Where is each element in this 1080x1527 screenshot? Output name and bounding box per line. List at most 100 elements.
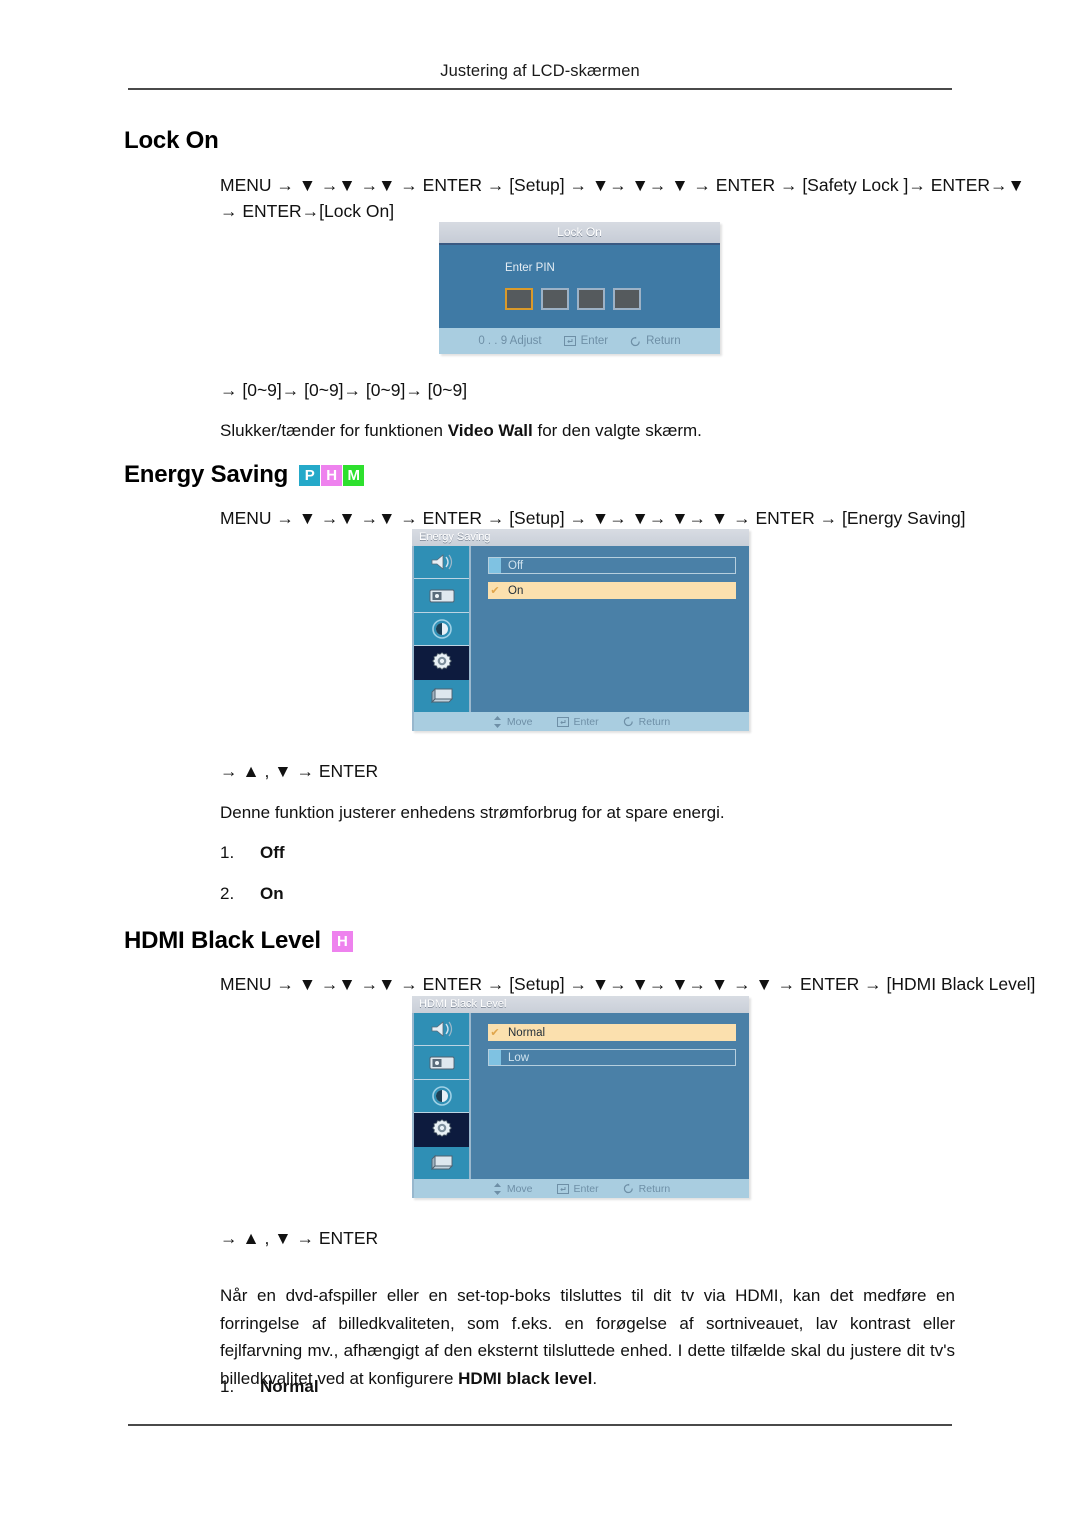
energy-saving-keys: → ▲ , ▼ → ENTER (220, 761, 379, 781)
osd-option-label: Normal (508, 1026, 546, 1039)
section-heading-hdmi-black-level: HDMI Black Level H (0, 927, 353, 954)
compat-badges: P H M (299, 464, 365, 486)
list-number: 1. (220, 843, 235, 862)
enter-key-icon (563, 336, 576, 346)
pin-box-2[interactable] (541, 288, 569, 310)
enter-key-icon (556, 716, 569, 727)
osd-title: Energy Saving (412, 529, 749, 546)
pin-digit-sequence: → [0~9]→ [0~9]→ [0~9]→ [0~9] (220, 380, 468, 400)
sound-icon (431, 554, 452, 571)
footer-enter: Enter (556, 715, 599, 728)
footer-return: Return (630, 335, 681, 347)
return-icon (623, 1183, 633, 1194)
checkmark-icon: ✔ (490, 585, 500, 597)
osd-option-list[interactable]: Off ✔ On (471, 546, 749, 712)
display-icon (430, 1154, 453, 1170)
section-title-text: HDMI Black Level (124, 927, 321, 954)
osd-option-list[interactable]: ✔ Normal Low (471, 1013, 749, 1179)
rail-item-setup[interactable] (414, 646, 469, 680)
osd-hdmi-black-level-menu[interactable]: HDMI Black Level ✔ Normal Low Move Enter… (412, 996, 749, 1198)
list-item: 1. Off (220, 843, 285, 863)
list-label: Normal (260, 1377, 319, 1396)
footer-divider (128, 1424, 952, 1426)
rail-item-picture[interactable] (414, 579, 469, 613)
osd-title: HDMI Black Level (412, 996, 749, 1013)
contrast-icon (431, 1086, 452, 1106)
pin-box-3[interactable] (577, 288, 605, 310)
list-label: On (260, 884, 284, 904)
osd-body: ✔ Normal Low (412, 1013, 749, 1180)
footer-adjust-label: 0 . . 9 Adjust (478, 335, 542, 347)
option-swatch-icon (489, 1050, 501, 1065)
menu-path-hdmi-black-level: MENU → ▼ →▼ →▼ → ENTER → [Setup] → ▼→ ▼→… (220, 974, 1036, 994)
footer-enter-label: Enter (580, 335, 609, 347)
rail-item-sound[interactable] (414, 1013, 469, 1047)
osd-option-normal[interactable]: ✔ Normal (488, 1024, 736, 1041)
badge-m-icon: M (343, 464, 365, 486)
footer-return: Return (623, 715, 671, 728)
osd-footer-bar: 0 . . 9 Adjust Enter Return (439, 328, 720, 354)
osd-option-low[interactable]: Low (488, 1049, 736, 1066)
menu-path-lock-on-line1: MENU → ▼ →▼ →▼ → ENTER → [Setup] → ▼→ ▼→… (220, 175, 1025, 195)
list-number: 1. (220, 1377, 235, 1396)
list-number: 2. (220, 884, 235, 904)
rail-item-display[interactable] (414, 1146, 469, 1180)
osd-option-on[interactable]: ✔ On (488, 582, 736, 599)
footer-return-label: Return (646, 335, 681, 347)
pin-box-1[interactable] (505, 288, 533, 310)
footer-move: Move (493, 715, 533, 728)
section-heading-energy-saving: Energy Saving P H M (0, 461, 365, 488)
footer-enter: Enter (556, 1182, 599, 1195)
sound-icon (431, 1021, 452, 1038)
badge-h-icon: H (331, 930, 353, 952)
hdmi-black-level-option-list: 1. Normal (220, 1377, 319, 1397)
rail-item-picture[interactable] (414, 1046, 469, 1080)
list-label: Off (260, 843, 285, 862)
pin-box-4[interactable] (613, 288, 641, 310)
section-title-text: Lock On (124, 127, 219, 154)
osd-option-label: Off (508, 559, 524, 572)
display-icon (430, 687, 453, 703)
hdmi-black-level-term: HDMI black level (458, 1368, 593, 1388)
rail-item-contrast[interactable] (414, 1079, 469, 1114)
list-item: 1. Normal (220, 1377, 319, 1397)
footer-enter-label: Enter (573, 715, 599, 728)
picture-icon (429, 589, 454, 603)
compat-badges: H (331, 930, 353, 952)
footer-move-label: Move (506, 1182, 533, 1195)
osd-option-off[interactable]: Off (488, 557, 736, 574)
footer-adjust: 0 . . 9 Adjust (478, 335, 541, 347)
pin-entry-group[interactable] (505, 288, 641, 310)
badge-h-icon: H (321, 464, 343, 486)
badge-p-icon: P (299, 464, 321, 486)
return-icon (630, 336, 640, 346)
energy-saving-option-list: 1. Off 2. On (220, 843, 285, 905)
move-diamond-icon (493, 1182, 501, 1195)
osd-option-label: On (508, 584, 524, 597)
osd-category-rail[interactable] (414, 1013, 471, 1180)
lock-on-description: Slukker/tænder for funktionen Video Wall… (220, 421, 702, 440)
menu-path-energy-saving: MENU → ▼ →▼ →▼ → ENTER → [Setup] → ▼→ ▼→… (220, 508, 966, 528)
osd-lock-on-dialog[interactable]: Lock On Enter PIN 0 . . 9 Adjust Enter R… (439, 222, 720, 354)
header-divider (128, 88, 952, 90)
osd-body: Off ✔ On (412, 546, 749, 713)
rail-item-sound[interactable] (414, 546, 469, 580)
document-page: Justering af LCD-skærmen Lock On MENU → … (0, 0, 1080, 1527)
move-diamond-icon (493, 715, 501, 728)
picture-icon (429, 1056, 454, 1070)
contrast-icon (431, 619, 452, 639)
footer-enter-label: Enter (573, 1182, 599, 1195)
osd-energy-saving-menu[interactable]: Energy Saving Off ✔ On Move Enter Return (412, 529, 749, 731)
rail-item-setup[interactable] (414, 1113, 469, 1147)
video-wall-term: Video Wall (447, 421, 533, 440)
footer-return-label: Return (638, 715, 671, 728)
running-header: Justering af LCD-skærmen (440, 62, 640, 80)
energy-saving-description: Denne funktion justerer enhedens strømfo… (220, 803, 725, 822)
osd-body: Enter PIN (439, 245, 720, 328)
setup-gear-icon (431, 1119, 452, 1138)
osd-category-rail[interactable] (414, 546, 471, 713)
rail-item-contrast[interactable] (414, 612, 469, 647)
rail-item-display[interactable] (414, 679, 469, 713)
paragraph-part2: . (592, 1368, 598, 1388)
footer-move: Move (493, 1182, 533, 1195)
